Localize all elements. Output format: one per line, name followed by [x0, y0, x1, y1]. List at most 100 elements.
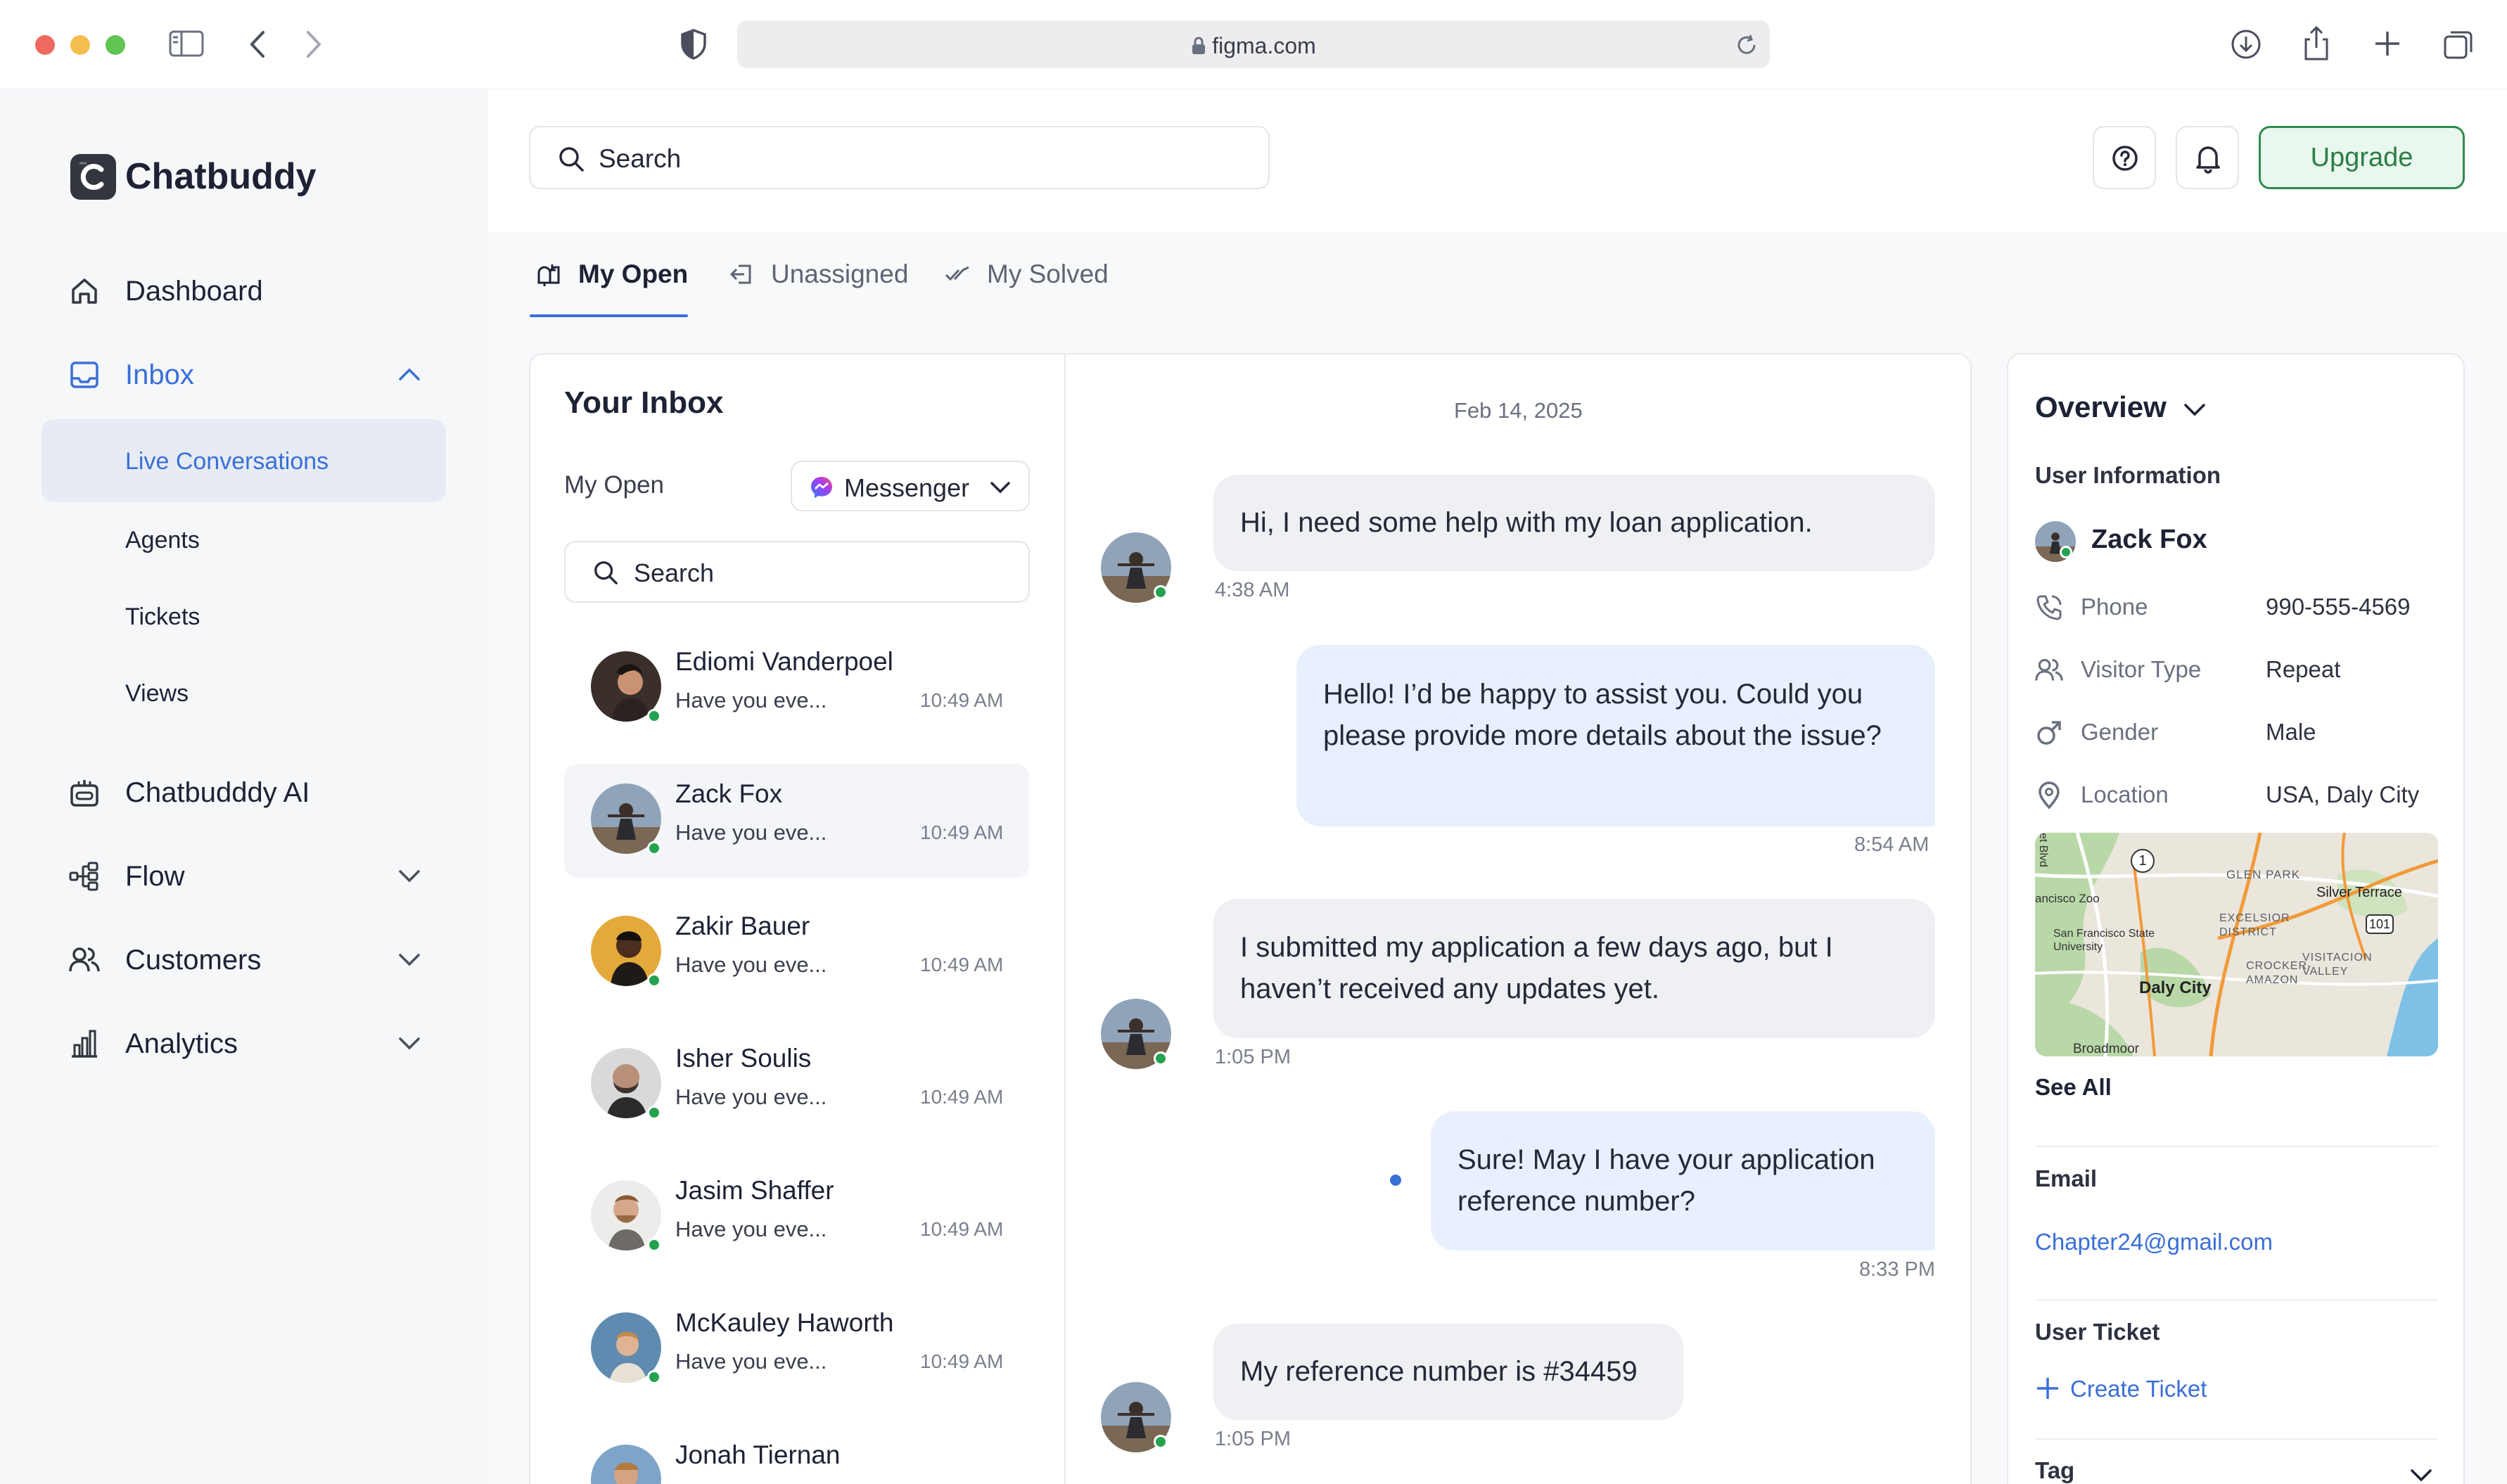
- search-icon: [557, 145, 585, 173]
- sidebar-item-analytics[interactable]: Analytics: [0, 1014, 487, 1070]
- sidebar-subitem-tickets[interactable]: Tickets: [42, 575, 446, 658]
- notifications-button[interactable]: [2176, 126, 2239, 189]
- download-icon[interactable]: [2230, 28, 2262, 60]
- sidebar-subitem-views[interactable]: Views: [42, 651, 446, 734]
- minimize-window-button[interactable]: [70, 35, 90, 55]
- messenger-icon: [809, 475, 834, 500]
- overview-title: Overview: [2035, 390, 2167, 423]
- overview-dropdown[interactable]: Overview: [2035, 389, 2218, 431]
- share-icon[interactable]: [2302, 25, 2331, 62]
- message-bubble-incoming: I submitted my application a few days ag…: [1213, 899, 1935, 1038]
- info-label: Phone: [2081, 594, 2148, 620]
- info-value: Male: [2266, 719, 2316, 745]
- chevron-down-icon: [2409, 1466, 2433, 1484]
- info-value: Repeat: [2266, 656, 2341, 682]
- divider: [2035, 1438, 2438, 1440]
- sidebar-subitem-agents[interactable]: Agents: [42, 498, 446, 581]
- sidebar-toggle-icon[interactable]: [169, 30, 204, 58]
- create-ticket-button[interactable]: Create Ticket: [2035, 1373, 2246, 1405]
- email-link[interactable]: Chapter24@gmail.com: [2035, 1229, 2273, 1255]
- online-status-dot: [2060, 546, 2072, 558]
- flow-icon: [69, 861, 100, 892]
- back-icon[interactable]: [248, 30, 267, 59]
- upgrade-button[interactable]: Upgrade: [2259, 126, 2465, 189]
- chart-icon: [69, 1028, 100, 1059]
- url-text: figma.com: [737, 33, 1770, 59]
- inbox-title: Your Inbox: [564, 385, 724, 420]
- conversation-item[interactable]: Zack Fox Have you eve... 10:49 AM: [564, 764, 1029, 878]
- conversation-item[interactable]: Zakir Bauer Have you eve... 10:49 AM: [564, 896, 1029, 1010]
- user-name: Zack Fox: [2091, 525, 2207, 554]
- search-placeholder: Search: [599, 144, 682, 173]
- global-search[interactable]: Search: [529, 126, 1270, 189]
- conversation-item[interactable]: Ediomi Vanderpoel Have you eve... 10:49 …: [564, 632, 1029, 746]
- contact-name: Ediomi Vanderpoel: [675, 647, 893, 676]
- reload-icon[interactable]: [1735, 33, 1759, 57]
- active-tab-indicator: [530, 314, 688, 317]
- online-status-dot: [1154, 1051, 1168, 1066]
- location-pin-icon: [2035, 781, 2063, 810]
- app-name: Chatbuddy: [125, 156, 317, 197]
- chevron-down-icon[interactable]: [397, 1034, 421, 1052]
- online-status-dot: [1154, 1435, 1168, 1449]
- sidebar-item-inbox[interactable]: Inbox: [0, 345, 487, 402]
- conversation-item[interactable]: Isher Soulis Have you eve... 10:49 AM: [564, 1028, 1029, 1142]
- see-all-link[interactable]: See All: [2035, 1074, 2112, 1101]
- inbox-search-input[interactable]: Search: [564, 541, 1030, 603]
- shield-icon[interactable]: [680, 28, 708, 60]
- new-tab-icon[interactable]: [2373, 30, 2401, 58]
- avatar: [591, 1445, 661, 1484]
- contact-name: Jonah Tiernan: [675, 1440, 841, 1469]
- map-label: Daly City: [2139, 978, 2212, 997]
- lock-icon: [1191, 36, 1206, 56]
- online-status-dot: [647, 1238, 661, 1252]
- tab-my-open[interactable]: My Open: [536, 253, 688, 295]
- logo-icon: [70, 154, 116, 200]
- sidebar-item-chatbuddy-ai[interactable]: Chatbudddy AI: [0, 763, 487, 819]
- tab-my-solved[interactable]: My Solved: [945, 253, 1128, 295]
- close-window-button[interactable]: [35, 35, 55, 55]
- sidebar-item-dashboard[interactable]: Dashboard: [0, 262, 487, 318]
- info-row-gender: Gender Male: [2035, 715, 2443, 750]
- typing-indicator-dot: [1390, 1175, 1401, 1186]
- unassigned-icon: [729, 262, 754, 287]
- conversation-item[interactable]: McKauley Haworth Have you eve... 10:49 A…: [564, 1293, 1029, 1407]
- users-icon: [69, 945, 100, 976]
- info-value: USA, Daly City: [2266, 781, 2420, 807]
- sidebar-subitem-label: Views: [125, 680, 189, 707]
- phone-icon: [2035, 594, 2063, 622]
- conversation-item[interactable]: Jasim Shaffer Have you eve... 10:49 AM: [564, 1160, 1029, 1274]
- tag-section-toggle[interactable]: Tag: [2035, 1457, 2438, 1484]
- location-map[interactable]: 1 101 GLEN PARK Silver Terrace ancisco Z…: [2035, 833, 2438, 1056]
- sidebar-item-flow[interactable]: Flow: [0, 847, 487, 903]
- tab-unassigned[interactable]: Unassigned: [729, 253, 912, 295]
- message-time: 1:05 PM: [1215, 1046, 1291, 1068]
- chevron-down-icon[interactable]: [397, 950, 421, 968]
- url-bar[interactable]: figma.com: [737, 20, 1770, 68]
- chevron-down-icon[interactable]: [397, 866, 421, 885]
- info-row-visitor-type: Visitor Type Repeat: [2035, 652, 2443, 687]
- message-time: 4:38 AM: [1215, 579, 1290, 601]
- contact-name: Isher Soulis: [675, 1044, 812, 1073]
- tab-overview-icon[interactable]: [2442, 28, 2475, 60]
- sidebar-item-customers[interactable]: Customers: [0, 930, 487, 987]
- help-icon: [2111, 144, 2139, 172]
- online-status-dot: [1154, 585, 1168, 599]
- message-bubble-incoming: My reference number is #34459: [1213, 1324, 1683, 1420]
- info-value: 990-555-4569: [2266, 594, 2411, 620]
- conversation-item[interactable]: Jonah Tiernan: [564, 1425, 1029, 1484]
- channel-select[interactable]: Messenger: [791, 461, 1030, 511]
- tab-label: My Open: [578, 260, 689, 288]
- sidebar-subitem-live-conversations[interactable]: Live Conversations: [42, 419, 446, 502]
- info-row-location: Location USA, Daly City: [2035, 777, 2443, 812]
- chevron-up-icon[interactable]: [397, 365, 421, 383]
- forward-icon[interactable]: [304, 30, 324, 59]
- sidebar-item-label: Dashboard: [125, 276, 263, 307]
- maximize-window-button[interactable]: [106, 35, 125, 55]
- map-highway-shield: 101: [2366, 914, 2394, 934]
- bell-icon: [2194, 143, 2222, 174]
- map-label: CROCKER-AMAZON: [2246, 960, 2312, 986]
- tag-title: Tag: [2035, 1457, 2075, 1483]
- message-time: 8:33 PM: [1859, 1258, 1935, 1281]
- help-button[interactable]: [2093, 126, 2156, 189]
